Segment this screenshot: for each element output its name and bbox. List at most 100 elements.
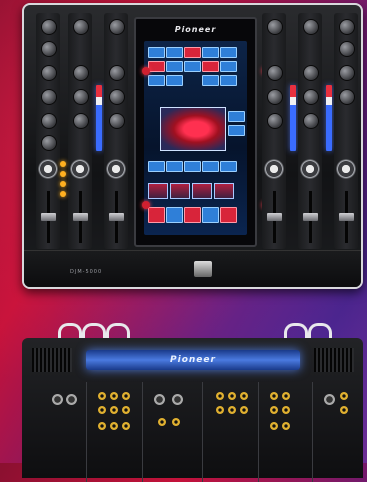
knob[interactable] xyxy=(339,19,355,35)
channel-fader[interactable] xyxy=(73,213,88,221)
knob[interactable] xyxy=(267,65,283,81)
screen-pad[interactable] xyxy=(228,111,245,122)
xlr-connector[interactable] xyxy=(172,394,183,405)
screen-pad[interactable] xyxy=(148,75,165,86)
knob[interactable] xyxy=(339,41,355,57)
knob[interactable] xyxy=(267,113,283,129)
jog-dial[interactable] xyxy=(300,159,320,179)
knob[interactable] xyxy=(303,19,319,35)
rca-jack[interactable] xyxy=(240,406,248,414)
sample-thumbnail[interactable] xyxy=(170,183,190,199)
rca-jack[interactable] xyxy=(110,392,118,400)
rca-jack[interactable] xyxy=(270,422,278,430)
sample-thumbnail[interactable] xyxy=(192,183,212,199)
jog-dial[interactable] xyxy=(336,159,356,179)
xlr-connector[interactable] xyxy=(324,394,335,405)
knob[interactable] xyxy=(339,65,355,81)
jog-dial[interactable] xyxy=(70,159,90,179)
crossfader[interactable] xyxy=(194,261,212,277)
channel-fader[interactable] xyxy=(41,213,56,221)
knob[interactable] xyxy=(267,19,283,35)
knob[interactable] xyxy=(303,113,319,129)
screen-pad[interactable] xyxy=(184,61,201,72)
rca-jack[interactable] xyxy=(98,422,106,430)
screen-pad[interactable] xyxy=(220,161,237,172)
screen-pad[interactable] xyxy=(166,61,183,72)
screen-pad[interactable] xyxy=(148,61,165,72)
knob[interactable] xyxy=(339,89,355,105)
rca-jack[interactable] xyxy=(216,406,224,414)
rca-jack[interactable] xyxy=(122,422,130,430)
knob[interactable] xyxy=(73,113,89,129)
knob[interactable] xyxy=(303,65,319,81)
channel-fader[interactable] xyxy=(267,213,282,221)
knob[interactable] xyxy=(41,135,57,151)
jog-dial[interactable] xyxy=(264,159,284,179)
screen-pad[interactable] xyxy=(184,207,201,223)
rca-jack[interactable] xyxy=(340,392,348,400)
rca-jack[interactable] xyxy=(216,392,224,400)
rca-jack[interactable] xyxy=(122,392,130,400)
rca-jack[interactable] xyxy=(282,392,290,400)
rca-jack[interactable] xyxy=(282,406,290,414)
knob[interactable] xyxy=(109,113,125,129)
screen-pad[interactable] xyxy=(202,161,219,172)
rca-jack[interactable] xyxy=(240,392,248,400)
xlr-connector[interactable] xyxy=(66,394,77,405)
screen-pad[interactable] xyxy=(220,61,237,72)
knob[interactable] xyxy=(41,41,57,57)
rca-jack[interactable] xyxy=(110,422,118,430)
screen-pad[interactable] xyxy=(228,125,245,136)
screen-pad[interactable] xyxy=(220,75,237,86)
rca-jack[interactable] xyxy=(158,418,166,426)
knob[interactable] xyxy=(41,113,57,129)
screen-pad[interactable] xyxy=(166,161,183,172)
jog-dial[interactable] xyxy=(38,159,58,179)
screen-pad[interactable] xyxy=(220,47,237,58)
knob[interactable] xyxy=(73,65,89,81)
knob[interactable] xyxy=(73,19,89,35)
screen-pad[interactable] xyxy=(148,47,165,58)
jog-dial[interactable] xyxy=(106,159,126,179)
screen-pad[interactable] xyxy=(202,61,219,72)
rca-jack[interactable] xyxy=(110,406,118,414)
screen-pad[interactable] xyxy=(184,47,201,58)
rca-jack[interactable] xyxy=(340,406,348,414)
screen-pad[interactable] xyxy=(184,161,201,172)
knob[interactable] xyxy=(73,89,89,105)
rca-jack[interactable] xyxy=(172,418,180,426)
knob[interactable] xyxy=(41,89,57,105)
screen-pad[interactable] xyxy=(202,75,219,86)
rca-jack[interactable] xyxy=(122,406,130,414)
knob[interactable] xyxy=(109,65,125,81)
rca-jack[interactable] xyxy=(98,406,106,414)
rca-jack[interactable] xyxy=(228,392,236,400)
rca-jack[interactable] xyxy=(228,406,236,414)
screen-pad[interactable] xyxy=(202,207,219,223)
red-button[interactable] xyxy=(142,67,150,75)
channel-fader[interactable] xyxy=(303,213,318,221)
xlr-connector[interactable] xyxy=(52,394,63,405)
screen-pad[interactable] xyxy=(202,47,219,58)
screen-pad[interactable] xyxy=(166,47,183,58)
channel-fader[interactable] xyxy=(109,213,124,221)
rca-jack[interactable] xyxy=(98,392,106,400)
knob[interactable] xyxy=(41,19,57,35)
screen-pad[interactable] xyxy=(220,207,237,223)
channel-fader[interactable] xyxy=(339,213,354,221)
rca-jack[interactable] xyxy=(282,422,290,430)
touch-screen[interactable] xyxy=(144,41,247,235)
knob[interactable] xyxy=(109,89,125,105)
xlr-connector[interactable] xyxy=(154,394,165,405)
screen-pad[interactable] xyxy=(148,207,165,223)
red-button[interactable] xyxy=(142,201,150,209)
rca-jack[interactable] xyxy=(270,392,278,400)
sample-thumbnail[interactable] xyxy=(148,183,168,199)
knob[interactable] xyxy=(109,19,125,35)
knob[interactable] xyxy=(303,89,319,105)
screen-pad[interactable] xyxy=(166,75,183,86)
sample-thumbnail[interactable] xyxy=(214,183,234,199)
rca-jack[interactable] xyxy=(270,406,278,414)
knob[interactable] xyxy=(41,65,57,81)
screen-pad[interactable] xyxy=(166,207,183,223)
